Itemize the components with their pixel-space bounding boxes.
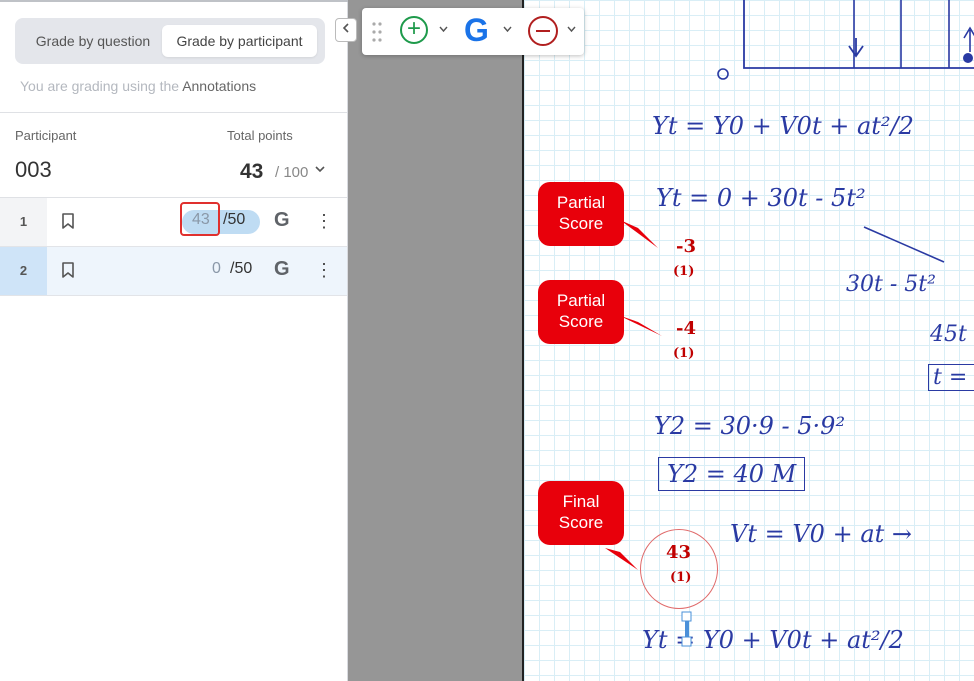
question-number: 1: [0, 198, 47, 246]
handwritten-line: 45t: [930, 322, 967, 347]
grader-tool-icon[interactable]: G: [464, 12, 489, 49]
callout-label: Score: [558, 312, 604, 331]
question-row[interactable]: 2 0 /50 G ⋮: [0, 247, 347, 296]
chevron-down-icon[interactable]: [439, 24, 448, 36]
grading-note-prefix: You are grading using the: [20, 78, 180, 94]
total-score: 43: [240, 160, 264, 183]
grading-panel: Grade by question Grade by participant Y…: [0, 2, 348, 681]
handwritten-line: t =: [928, 364, 974, 391]
question-number: 2: [0, 247, 47, 295]
drag-handle-icon[interactable]: [371, 20, 383, 44]
callout-label: Partial: [556, 291, 606, 310]
partial-score-callout[interactable]: Partial Score: [538, 280, 624, 344]
diagram-sketch: [717, 0, 974, 80]
grading-note-mode: Annotations: [182, 78, 257, 94]
final-score-value: 43: [666, 542, 692, 563]
viewer-background: [348, 0, 523, 681]
grade-by-participant-button[interactable]: Grade by participant: [162, 25, 317, 57]
arrow-stroke: [863, 226, 945, 263]
chevron-down-icon[interactable]: [314, 162, 326, 178]
deduction-count: (1): [673, 264, 695, 279]
bookmark-icon[interactable]: [60, 261, 76, 279]
grading-mode-switch: Grade by question Grade by participant: [15, 18, 325, 64]
question-row[interactable]: 1 43 /50 G ⋮: [0, 198, 347, 247]
total-max-points: / 100: [275, 164, 309, 181]
callout-label: Score: [558, 513, 604, 532]
final-score-circle[interactable]: [640, 529, 718, 609]
callout-label: Partial: [556, 193, 606, 212]
question-score-input[interactable]: 0: [212, 260, 221, 278]
partial-score-callout[interactable]: Partial Score: [538, 182, 624, 246]
grader-g-icon[interactable]: G: [274, 258, 290, 281]
more-options-icon[interactable]: ⋮: [315, 208, 333, 234]
more-options-icon[interactable]: ⋮: [315, 257, 333, 283]
deduct-points-icon[interactable]: [528, 16, 558, 46]
question-max-points: /50: [223, 211, 246, 228]
grader-g-icon[interactable]: G: [274, 209, 290, 232]
chevron-down-icon[interactable]: [567, 24, 576, 36]
bookmark-icon[interactable]: [60, 212, 76, 230]
collapse-panel-button[interactable]: [335, 18, 357, 42]
deduction-value[interactable]: -3: [676, 236, 696, 257]
handwritten-line: 30t - 5t²: [846, 272, 936, 297]
chevron-left-icon: [342, 23, 349, 33]
add-points-icon[interactable]: +: [400, 16, 428, 44]
question-max-points: /50: [230, 260, 253, 277]
grade-by-question-button[interactable]: Grade by question: [23, 25, 163, 57]
handwritten-line: Yt = Y0 + V0t + at²/2: [652, 112, 914, 140]
participant-label: Participant: [15, 128, 77, 143]
callout-label: Score: [558, 214, 604, 233]
final-score-count: (1): [670, 570, 692, 585]
resize-handle[interactable]: [680, 610, 694, 648]
handwritten-line: Vt = V0 + at →: [730, 520, 913, 548]
participant-id: 003: [15, 157, 52, 182]
annotation-toolbar: + G: [362, 8, 584, 55]
final-score-callout[interactable]: Final Score: [538, 481, 624, 545]
grading-mode-note: You are grading using the Annotations: [20, 78, 256, 94]
deduction-value[interactable]: -4: [676, 318, 696, 339]
score-highlight-box: [180, 202, 220, 236]
total-points-label: Total points: [227, 128, 293, 143]
callout-label: Final: [562, 492, 600, 511]
chevron-down-icon[interactable]: [503, 24, 512, 36]
divider: [0, 112, 347, 113]
deduction-count: (1): [673, 346, 695, 361]
